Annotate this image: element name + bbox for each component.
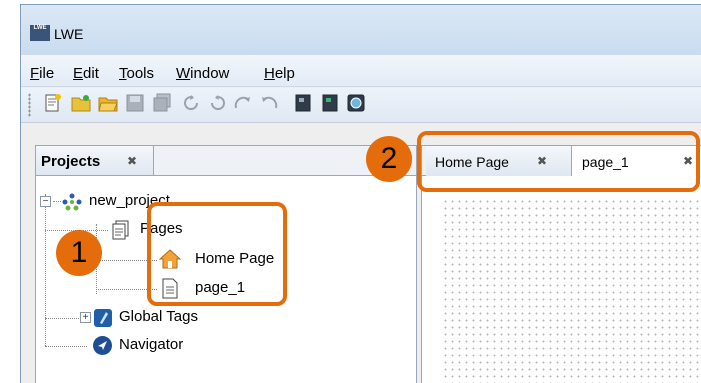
title-bar: LWE LWE — [21, 5, 701, 55]
run-green-icon[interactable] — [320, 93, 340, 113]
menu-edit[interactable]: Edit — [73, 65, 99, 82]
menu-edit-rest: dit — [83, 65, 99, 82]
menu-file[interactable]: File — [30, 65, 54, 82]
new-project-icon[interactable] — [71, 93, 91, 113]
lwe-app-icon: LWE — [30, 25, 50, 41]
callout-box-1 — [147, 202, 287, 306]
menu-help-mnemonic: H — [264, 65, 275, 82]
callout-box-2 — [417, 131, 700, 192]
menu-window-rest: indow — [190, 65, 230, 82]
screenshot-frame: LWE LWE File Edit Tools Window Help Proj… — [0, 0, 701, 383]
run-dark-icon[interactable] — [293, 93, 313, 113]
callout-number-2: 2 — [366, 136, 412, 182]
open-folder-icon[interactable] — [98, 93, 118, 113]
menu-help[interactable]: Help — [264, 65, 295, 82]
preview-icon[interactable] — [346, 93, 366, 113]
collapse-toggle[interactable]: − — [40, 196, 51, 207]
menu-tools-mnemonic: T — [119, 65, 127, 82]
toolbar — [21, 88, 701, 123]
redo-icon[interactable] — [207, 93, 227, 113]
tree-label-global-tags: Global Tags — [119, 308, 198, 325]
global-tags-icon — [94, 309, 112, 327]
app-window: LWE LWE File Edit Tools Window Help Proj… — [20, 4, 701, 383]
save-icon[interactable] — [125, 93, 145, 113]
window-title: LWE — [54, 26, 84, 42]
menu-help-rest: elp — [274, 65, 295, 82]
menu-file-mnemonic: F — [30, 65, 40, 82]
expand-toggle[interactable]: + — [80, 312, 91, 323]
toolbar-grip[interactable] — [28, 93, 31, 117]
navigator-icon — [93, 336, 112, 355]
design-canvas-grid[interactable] — [442, 198, 700, 383]
callout-number-1: 1 — [56, 230, 102, 276]
projects-title: Projects — [41, 153, 101, 170]
menu-window-mnemonic: W — [176, 65, 191, 82]
tree-row-navigator[interactable]: Navigator — [36, 333, 416, 359]
new-page-icon[interactable] — [43, 93, 63, 113]
tree-row-global-tags[interactable]: + Global Tags — [36, 305, 416, 331]
pages-icon — [112, 220, 129, 240]
menu-file-rest: ile — [39, 65, 55, 82]
undo-back-icon[interactable] — [259, 93, 279, 113]
project-network-icon — [62, 193, 82, 211]
menu-window[interactable]: Window — [176, 65, 229, 82]
menu-tools[interactable]: Tools — [119, 65, 154, 82]
app-icon-text: LWE — [33, 25, 47, 31]
save-all-icon[interactable] — [152, 93, 172, 113]
projects-tab[interactable]: Projects ✖ — [36, 146, 154, 176]
tree-label-navigator: Navigator — [119, 336, 184, 353]
undo-icon[interactable] — [182, 93, 202, 113]
menu-bar: File Edit Tools Window Help — [21, 55, 701, 87]
menu-tools-rest: ools — [126, 65, 155, 82]
redo-forward-icon[interactable] — [233, 93, 253, 113]
menu-edit-mnemonic: E — [73, 65, 84, 82]
close-icon[interactable]: ✖ — [127, 154, 137, 168]
